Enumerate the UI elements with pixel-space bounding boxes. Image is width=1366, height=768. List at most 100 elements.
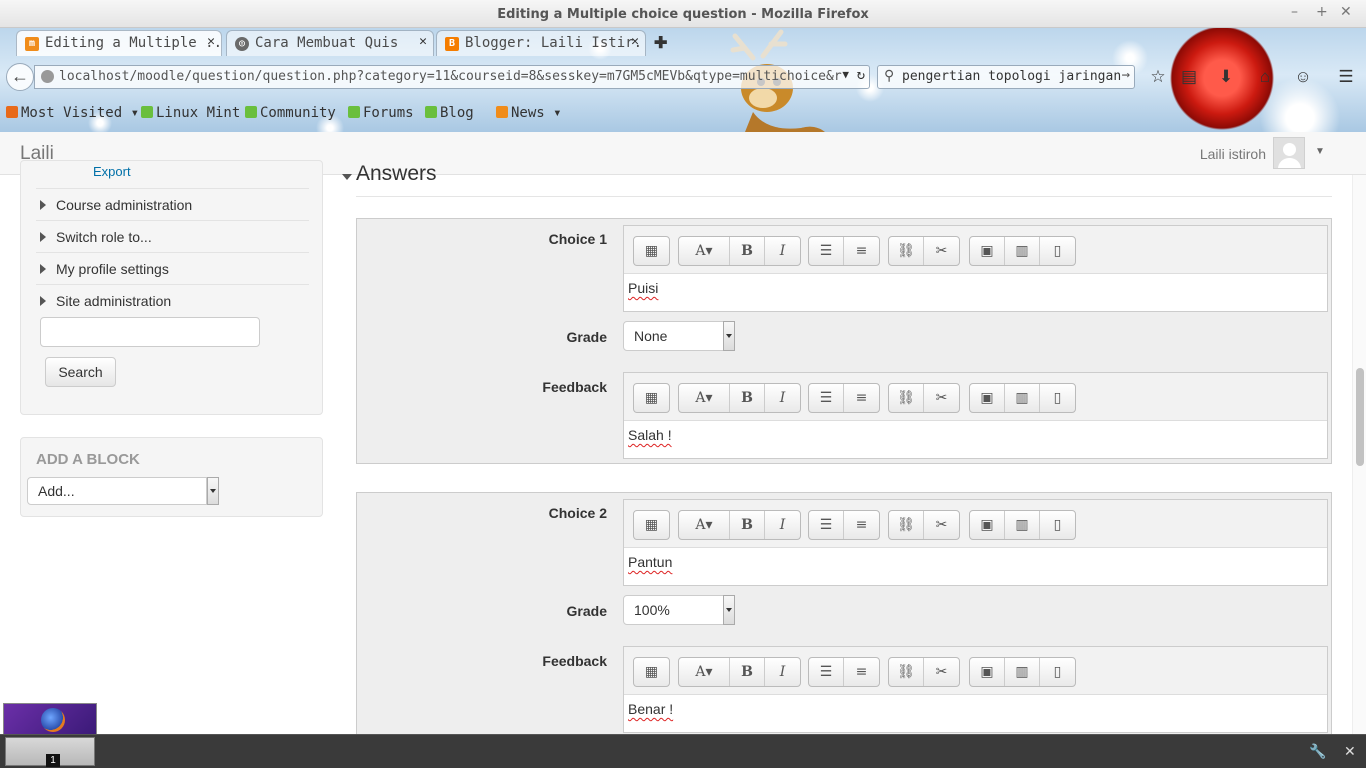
home-icon[interactable]: ⌂ — [1253, 65, 1277, 89]
admin-search-input[interactable] — [40, 317, 260, 347]
bold-icon[interactable]: B — [730, 511, 765, 539]
media-icon[interactable]: ▥ — [1005, 511, 1040, 539]
tab-close-icon[interactable]: ✕ — [631, 34, 639, 49]
image-icon[interactable]: ▣ — [970, 384, 1005, 412]
collapse-arrow-icon[interactable] — [342, 174, 352, 180]
tab-close-icon[interactable]: ✕ — [207, 34, 215, 49]
italic-icon[interactable]: I — [765, 237, 800, 265]
image-icon[interactable]: ▣ — [970, 237, 1005, 265]
select-arrow-icon[interactable] — [723, 321, 735, 351]
feedback-2-editor[interactable]: ▦ A▾ B I ☰ ≡ ⛓ ✂ ▣ ▥ ▯ Benar ! — [623, 646, 1328, 733]
font-style-icon[interactable]: A▾ — [679, 237, 730, 265]
numbered-list-icon[interactable]: ≡ — [844, 237, 879, 265]
export-link[interactable]: Export — [93, 164, 131, 179]
workspace-thumbnail[interactable]: 1 — [5, 737, 95, 767]
maximize-icon[interactable]: + — [1316, 4, 1328, 20]
file-manager-icon[interactable]: ▯ — [1040, 658, 1075, 686]
italic-icon[interactable]: I — [765, 658, 800, 686]
link-icon[interactable]: ⛓ — [889, 511, 924, 539]
bold-icon[interactable]: B — [730, 237, 765, 265]
font-style-icon[interactable]: A▾ — [679, 511, 730, 539]
toolbar-toggle-icon[interactable]: ▦ — [634, 237, 669, 265]
file-manager-icon[interactable]: ▯ — [1040, 384, 1075, 412]
smiley-icon[interactable]: ☺ — [1291, 65, 1315, 89]
choice-label: Choice 2 — [548, 505, 607, 521]
font-style-icon[interactable]: A▾ — [679, 658, 730, 686]
bookmark-news[interactable]: News ▾ — [496, 105, 562, 121]
unlink-icon[interactable]: ✂ — [924, 658, 959, 686]
numbered-list-icon[interactable]: ≡ — [844, 658, 879, 686]
link-icon[interactable]: ⛓ — [889, 237, 924, 265]
italic-icon[interactable]: I — [765, 384, 800, 412]
select-arrow-icon[interactable] — [207, 477, 219, 505]
close-window-icon[interactable]: ✕ — [1340, 4, 1352, 20]
admin-item-course-administration[interactable]: Course administration — [36, 188, 309, 220]
unlink-icon[interactable]: ✂ — [924, 384, 959, 412]
answers-section-header[interactable]: Answers — [356, 160, 1332, 197]
wrench-icon[interactable]: 🔧 — [1309, 743, 1326, 760]
bookmark-linux-mint[interactable]: Linux Mint — [141, 105, 240, 121]
url-bar[interactable]: localhost/moodle/question/question.php?c… — [34, 65, 870, 89]
media-icon[interactable]: ▥ — [1005, 237, 1040, 265]
link-icon[interactable]: ⛓ — [889, 384, 924, 412]
search-go-icon[interactable]: → — [1122, 67, 1130, 83]
bold-icon[interactable]: B — [730, 384, 765, 412]
file-manager-icon[interactable]: ▯ — [1040, 237, 1075, 265]
reading-list-icon[interactable]: ▤ — [1177, 65, 1201, 89]
add-block-select[interactable]: Add... — [27, 477, 207, 505]
select-arrow-icon[interactable] — [723, 595, 735, 625]
numbered-list-icon[interactable]: ≡ — [844, 384, 879, 412]
back-arrow-icon[interactable]: ← — [6, 63, 34, 91]
search-bar[interactable]: ⚲ pengertian topologi jaringan → — [877, 65, 1135, 89]
minimize-icon[interactable]: – — [1291, 4, 1298, 20]
choice-2-editor[interactable]: ▦ A▾ B I ☰ ≡ ⛓ ✂ ▣ ▥ ▯ Pantun — [623, 499, 1328, 586]
admin-search-button[interactable]: Search — [45, 357, 116, 387]
link-icon[interactable]: ⛓ — [889, 658, 924, 686]
image-icon[interactable]: ▣ — [970, 658, 1005, 686]
tab-editing-question[interactable]: m Editing a Multiple ... ✕ — [16, 30, 222, 56]
grade-select[interactable]: None — [623, 321, 735, 351]
url-dropdown-icon[interactable]: ▼ — [842, 68, 849, 81]
user-menu-caret-icon[interactable]: ▼ — [1315, 146, 1325, 157]
media-icon[interactable]: ▥ — [1005, 658, 1040, 686]
unlink-icon[interactable]: ✂ — [924, 511, 959, 539]
media-icon[interactable]: ▥ — [1005, 384, 1040, 412]
unlink-icon[interactable]: ✂ — [924, 237, 959, 265]
toolbar-toggle-icon[interactable]: ▦ — [634, 658, 669, 686]
bullet-list-icon[interactable]: ☰ — [809, 511, 844, 539]
grade-select[interactable]: 100% — [623, 595, 735, 625]
tab-cara-membuat-quis[interactable]: ◎ Cara Membuat Quis ✕ — [226, 30, 434, 56]
tab-close-icon[interactable]: ✕ — [419, 34, 427, 49]
bookmark-star-icon[interactable]: ☆ — [1146, 65, 1170, 89]
toolbar-toggle-icon[interactable]: ▦ — [634, 511, 669, 539]
font-style-icon[interactable]: A▾ — [679, 384, 730, 412]
reload-icon[interactable]: ↻ — [857, 67, 865, 83]
admin-item-site-administration[interactable]: Site administration — [36, 284, 309, 316]
new-tab-icon[interactable]: ✚ — [654, 33, 667, 53]
italic-icon[interactable]: I — [765, 511, 800, 539]
bold-icon[interactable]: B — [730, 658, 765, 686]
firefox-window-preview[interactable] — [3, 703, 97, 735]
menu-icon[interactable]: ☰ — [1334, 65, 1358, 89]
scrollbar-thumb[interactable] — [1356, 368, 1364, 466]
toolbar-toggle-icon[interactable]: ▦ — [634, 384, 669, 412]
bullet-list-icon[interactable]: ☰ — [809, 237, 844, 265]
bookmark-community[interactable]: Community — [245, 105, 336, 121]
bullet-list-icon[interactable]: ☰ — [809, 384, 844, 412]
bookmark-forums[interactable]: Forums — [348, 105, 414, 121]
feedback-1-editor[interactable]: ▦ A▾ B I ☰ ≡ ⛓ ✂ ▣ ▥ ▯ Salah ! — [623, 372, 1328, 459]
page-scrollbar[interactable] — [1352, 175, 1366, 734]
bookmark-blog[interactable]: Blog — [425, 105, 474, 121]
download-icon[interactable]: ⬇ — [1214, 65, 1238, 89]
image-icon[interactable]: ▣ — [970, 511, 1005, 539]
file-manager-icon[interactable]: ▯ — [1040, 511, 1075, 539]
admin-item-switch-role[interactable]: Switch role to... — [36, 220, 309, 252]
bookmark-most-visited[interactable]: Most Visited ▾ — [6, 105, 139, 121]
numbered-list-icon[interactable]: ≡ — [844, 511, 879, 539]
tab-blogger[interactable]: B Blogger: Laili Istir... ✕ — [436, 30, 646, 56]
blogger-icon: B — [445, 37, 459, 51]
admin-item-profile-settings[interactable]: My profile settings — [36, 252, 309, 284]
bullet-list-icon[interactable]: ☰ — [809, 658, 844, 686]
close-panel-icon[interactable]: ✕ — [1344, 743, 1356, 760]
choice-1-editor[interactable]: ▦ A▾ B I ☰ ≡ ⛓ ✂ ▣ ▥ ▯ Puisi — [623, 225, 1328, 312]
